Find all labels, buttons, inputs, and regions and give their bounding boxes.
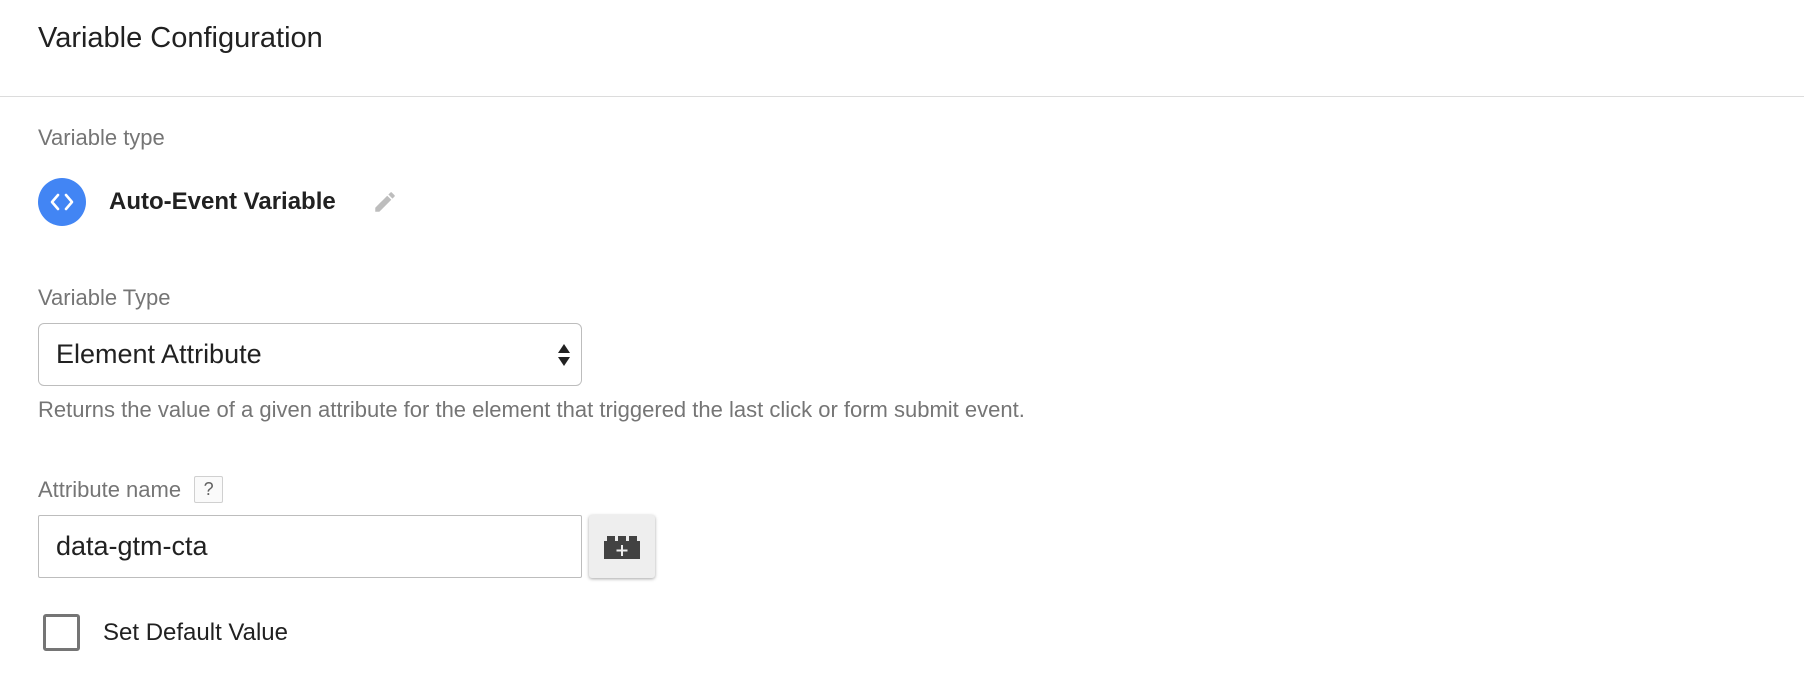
set-default-value-checkbox[interactable] — [43, 614, 80, 651]
select-arrows-icon — [558, 344, 570, 366]
attribute-name-label-row: Attribute name ? — [38, 476, 224, 503]
variable-type-name: Auto-Event Variable — [109, 188, 336, 215]
insert-variable-button[interactable] — [589, 515, 655, 578]
set-default-value-label: Set Default Value — [103, 618, 289, 646]
variable-type-select[interactable]: Element Attribute — [38, 323, 582, 386]
variable-type-helper-text: Returns the value of a given attribute f… — [38, 397, 1025, 422]
code-brackets-icon — [38, 178, 86, 226]
page-title: Variable Configuration — [38, 22, 323, 54]
set-default-value-row[interactable]: Set Default Value — [43, 614, 288, 651]
help-button[interactable]: ? — [194, 476, 224, 503]
variable-type-row[interactable]: Auto-Event Variable — [38, 178, 400, 226]
variable-type-select-label: Variable Type — [38, 285, 171, 310]
attribute-name-label: Attribute name — [38, 476, 182, 502]
variable-type-select-value: Element Attribute — [56, 339, 262, 369]
attribute-name-input[interactable] — [38, 515, 582, 578]
lego-brick-add-icon — [604, 535, 640, 559]
header: Variable Configuration — [0, 0, 1804, 97]
variable-type-section-label: Variable type — [38, 125, 165, 150]
pencil-icon[interactable] — [370, 187, 400, 217]
